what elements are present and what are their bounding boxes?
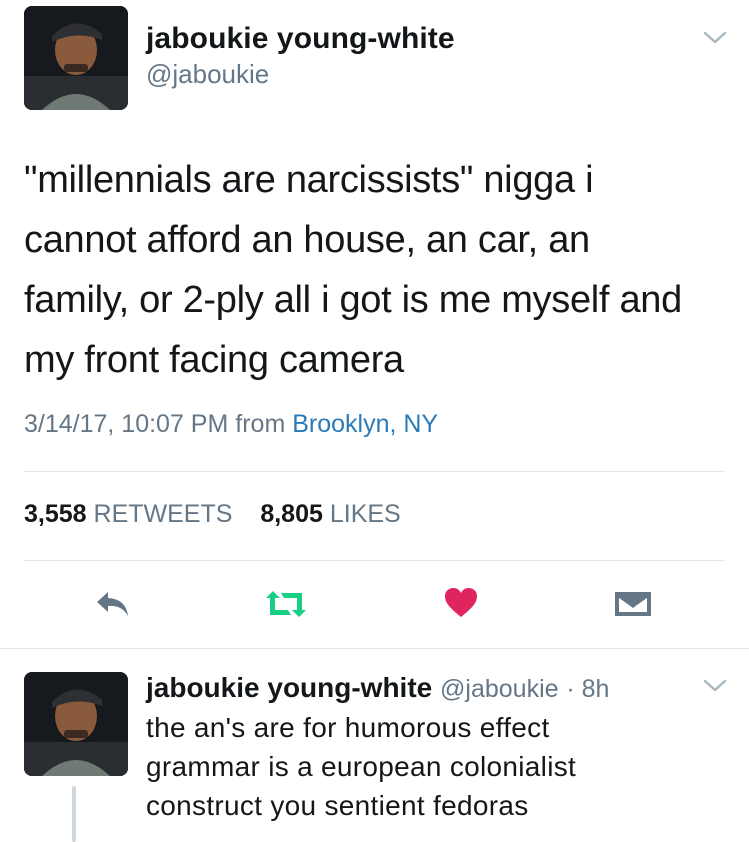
tweet-timestamp: 3/14/17, 10:07 PM (24, 410, 229, 438)
envelope-icon[interactable] (612, 586, 654, 622)
from-label: from (235, 410, 286, 438)
reply-author-avatar[interactable] (24, 672, 128, 776)
divider (24, 560, 725, 561)
retweets-stat[interactable]: 3,558 RETWEETS (24, 500, 239, 528)
tweet-text-line: family, or 2-ply all i got is me myself … (24, 279, 682, 321)
divider (0, 648, 749, 649)
likes-stat[interactable]: 8,805 LIKES (260, 500, 400, 528)
reply-text-line: construct you sentient fedoras (146, 790, 529, 821)
tweet-text-line: cannot afford an house, an car, an (24, 219, 590, 261)
reply-arrow-icon[interactable] (92, 586, 134, 622)
likes-count: 8,805 (260, 500, 323, 528)
divider (24, 471, 725, 472)
reply-author-name[interactable]: jaboukie young-white (146, 672, 432, 703)
author-name[interactable]: jaboukie young-white (146, 22, 455, 56)
author-avatar[interactable] (24, 6, 128, 110)
reply-text-line: grammar is a european colonialist (146, 751, 577, 782)
reply-text-line: the an's are for humorous effect (146, 712, 550, 743)
tweet-meta: 3/14/17, 10:07 PM from Brooklyn, NY (24, 410, 438, 439)
reply-age: · 8h (566, 675, 610, 703)
tweet-text-line: "millennials are narcissists" nigga i (24, 159, 594, 201)
tweet-text: "millennials are narcissists" nigga i ca… (24, 150, 729, 390)
likes-label: LIKES (329, 500, 401, 528)
author-handle[interactable]: @jaboukie (146, 59, 269, 90)
retweets-label: RETWEETS (93, 500, 233, 528)
reply-author-handle[interactable]: @jaboukie (440, 675, 559, 703)
tweet-text-line: my front facing camera (24, 339, 404, 381)
reply-header: jaboukie young-white @jaboukie · 8h (146, 672, 609, 704)
heart-icon[interactable] (442, 584, 480, 622)
retweets-count: 3,558 (24, 500, 87, 528)
thread-line (72, 786, 76, 842)
chevron-down-icon[interactable] (702, 28, 728, 48)
tweet-stats: 3,558 RETWEETS 8,805 LIKES (24, 500, 401, 529)
reply-text: the an's are for humorous effect grammar… (146, 708, 706, 825)
chevron-down-icon[interactable] (702, 676, 728, 696)
retweet-icon[interactable] (262, 586, 310, 622)
location-link[interactable]: Brooklyn, NY (292, 410, 438, 438)
